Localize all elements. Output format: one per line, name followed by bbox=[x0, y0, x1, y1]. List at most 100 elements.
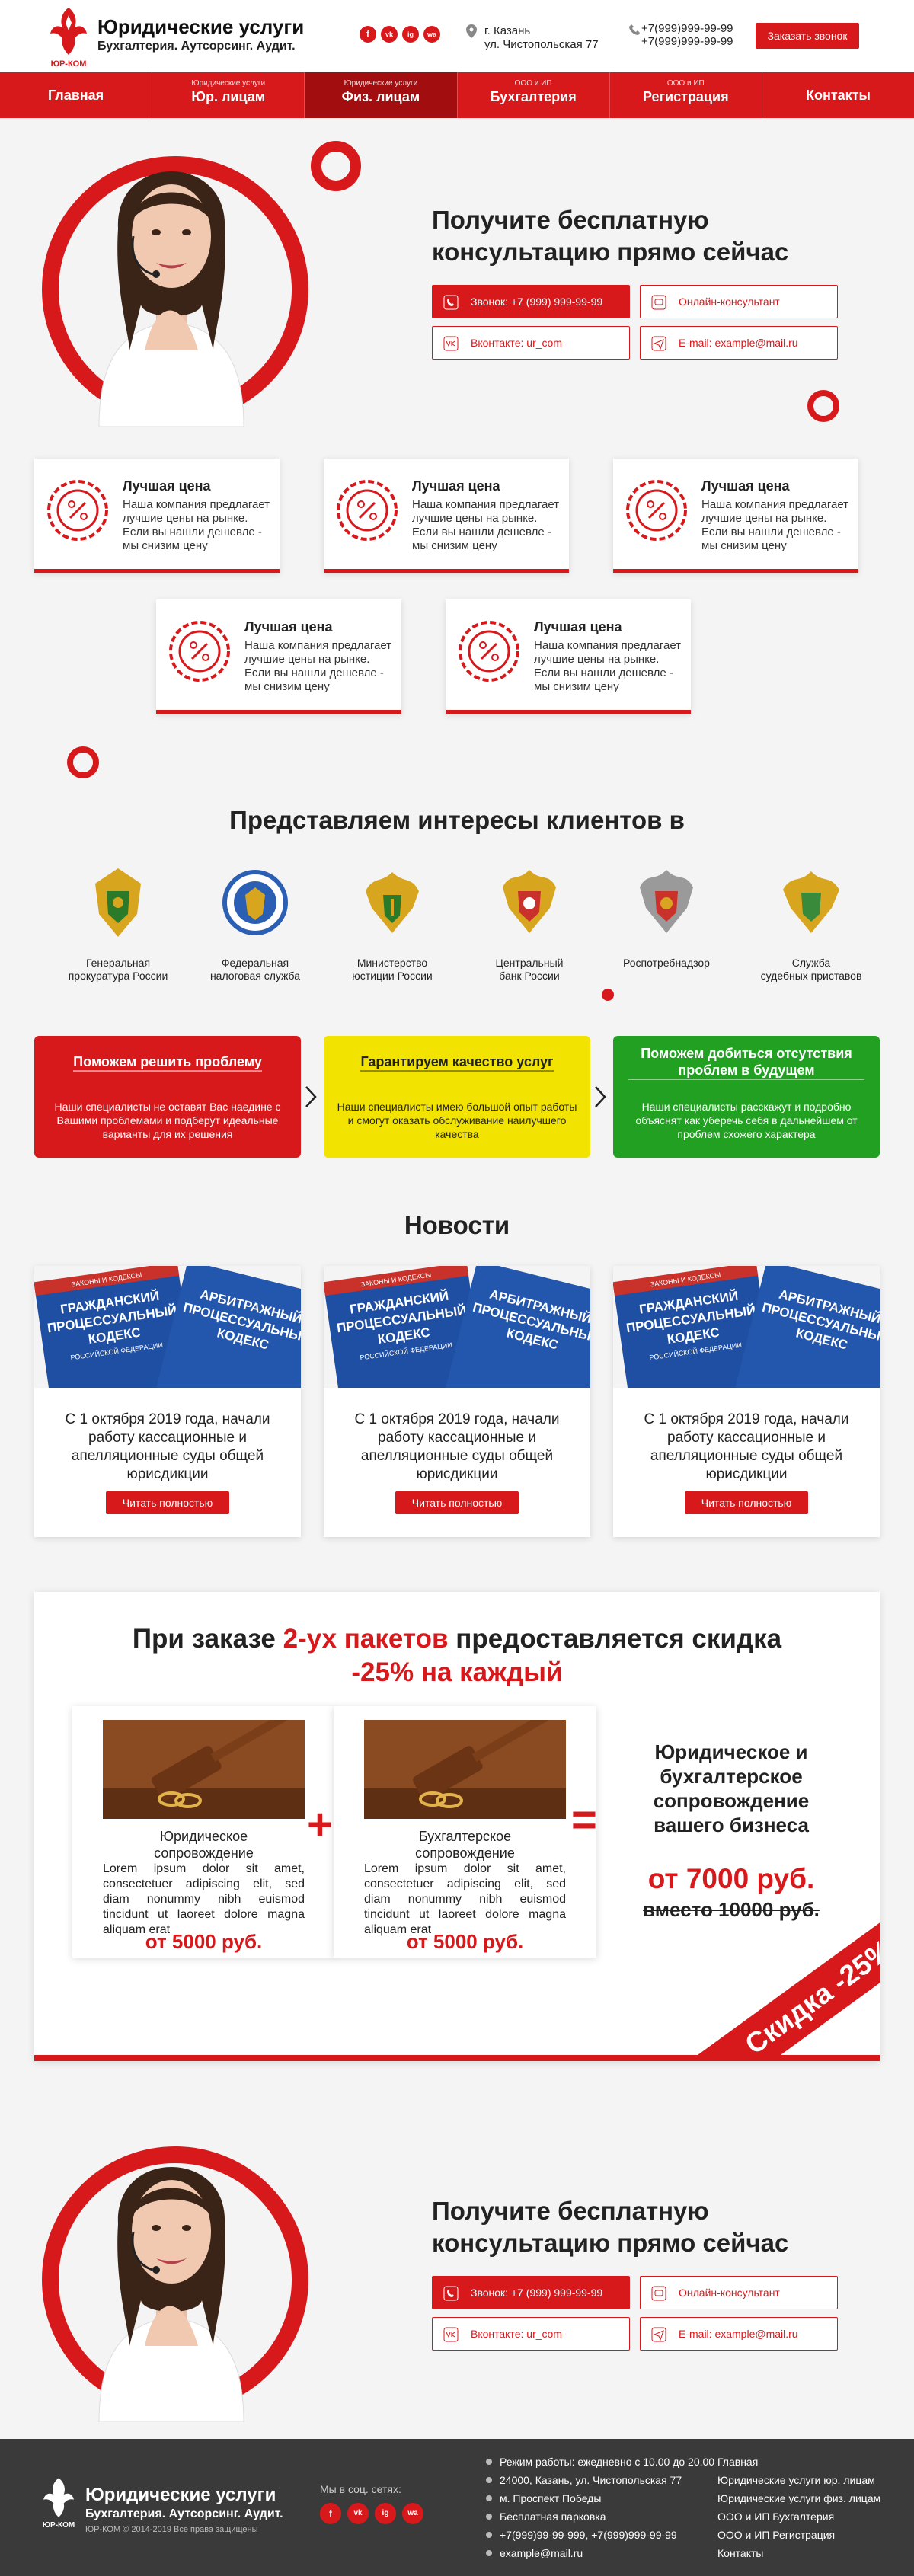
promise-title: Поможем добиться отсутствия проблем в бу… bbox=[613, 1036, 880, 1089]
read-more-button[interactable]: Читать полностью bbox=[395, 1491, 519, 1514]
equals-sign: = bbox=[571, 1795, 597, 1845]
consult-title-line2: консультацию прямо сейчас bbox=[432, 238, 789, 266]
total-price: от 7000 руб. bbox=[647, 1863, 815, 1894]
package-total: Юридическое и бухгалтерское сопровождени… bbox=[632, 1740, 830, 1922]
nav-item-registration[interactable]: ООО и ИП Регистрация bbox=[610, 72, 762, 118]
email-consult-label: E-mail: example@mail.ru bbox=[679, 337, 798, 349]
client-label: Министерство юстиции России bbox=[335, 957, 449, 983]
facebook-icon[interactable]: f bbox=[360, 26, 376, 43]
footer-link-contacts[interactable]: Контакты bbox=[717, 2544, 880, 2562]
old-price: вместо 10000 руб. bbox=[643, 1898, 820, 1921]
whatsapp-icon[interactable]: wa bbox=[402, 2503, 423, 2524]
whatsapp-icon[interactable]: wa bbox=[423, 26, 440, 43]
discount-badge-icon bbox=[169, 621, 230, 682]
vk-icon[interactable]: vk bbox=[347, 2503, 369, 2524]
read-more-button[interactable]: Читать полностью bbox=[685, 1491, 808, 1514]
header-address: г. Казань ул. Чистопольская 77 bbox=[484, 24, 599, 52]
footer-title: Юридические услуги bbox=[85, 2485, 276, 2505]
package-name: Юридическое сопровождение bbox=[72, 1828, 335, 1862]
client-label: Центральный банк России bbox=[472, 957, 586, 983]
package-text: Lorem ipsum dolor sit amet, consectetuer… bbox=[364, 1862, 566, 1936]
call-consult-button[interactable]: Звонок: +7 (999) 999-99-99 bbox=[432, 285, 630, 318]
nav-item-contacts[interactable]: Контакты bbox=[762, 72, 914, 118]
package-text: Lorem ipsum dolor sit amet, consectetuer… bbox=[103, 1862, 305, 1936]
read-more-button[interactable]: Читать полностью bbox=[106, 1491, 229, 1514]
footer-metro: м. Проспект Победы bbox=[484, 2489, 714, 2507]
justice-ministry-emblem-icon bbox=[366, 872, 419, 933]
client-label-line1: Федеральная bbox=[221, 957, 289, 969]
nav-item-accounting[interactable]: ООО и ИП Бухгалтерия bbox=[458, 72, 610, 118]
law-books-image: ЗАКОНЫ И КОДЕКСЫ ГРАЖДАНСКИЙ ПРОЦЕССУАЛЬ… bbox=[613, 1266, 880, 1388]
header-city: г. Казань bbox=[484, 24, 531, 37]
online-consultant-label: Онлайн-консультант bbox=[679, 296, 780, 308]
package-title-c: предоставляется скидка bbox=[448, 1624, 782, 1654]
footer-link-home[interactable]: Главная bbox=[717, 2453, 880, 2471]
nav-sublabel: Юридические услуги bbox=[191, 79, 266, 88]
email-consult-button[interactable]: E-mail: example@mail.ru bbox=[640, 326, 838, 360]
nav-item-home[interactable]: Главная bbox=[0, 72, 153, 118]
package-title-b: 2-ух пакетов bbox=[283, 1624, 449, 1654]
client-label: Роспотребнадзор bbox=[609, 957, 724, 970]
nav-label: Регистрация bbox=[642, 89, 729, 104]
nav-sublabel: Юридические услуги bbox=[344, 79, 418, 88]
discount-badge-icon bbox=[626, 480, 687, 541]
total-title: Юридическое и бухгалтерское сопровождени… bbox=[653, 1740, 810, 1836]
footer-link-accounting[interactable]: ООО и ИП Бухгалтерия bbox=[717, 2507, 880, 2526]
instagram-icon[interactable]: ig bbox=[375, 2503, 396, 2524]
plus-sign: + bbox=[307, 1800, 333, 1849]
footer-email[interactable]: example@mail.ru bbox=[484, 2544, 714, 2562]
feature-text: Наша компания предлагает лучшие цены на … bbox=[534, 639, 682, 693]
footer-phones[interactable]: +7(999)99-99-999, +7(999)999-99-99 bbox=[484, 2526, 714, 2544]
facebook-icon[interactable]: f bbox=[320, 2503, 341, 2524]
order-call-button[interactable]: Заказать звонок bbox=[756, 23, 859, 49]
rospotrebnadzor-emblem-icon bbox=[640, 870, 693, 933]
footer-logo-text: ЮР-КОМ bbox=[42, 2521, 75, 2530]
nav-item-individuals[interactable]: Юридические услуги Физ. лицам bbox=[305, 72, 458, 118]
griffin-logo-icon[interactable] bbox=[40, 2475, 78, 2521]
call-consult-button[interactable]: Звонок: +7 (999) 999-99-99 bbox=[432, 2276, 630, 2309]
news-text: С 1 октября 2019 года, начали работу кас… bbox=[354, 1411, 560, 1482]
phone-icon bbox=[443, 2286, 459, 2301]
clients-title: Представляем интересы клиентов в bbox=[229, 806, 685, 834]
brand-title: Юридические услуги bbox=[97, 15, 305, 38]
client-emblem: Генеральная прокуратура России bbox=[61, 861, 175, 983]
client-label-line1: Служба bbox=[791, 957, 831, 969]
feature-text: Наша компания предлагает лучшие цены на … bbox=[244, 639, 392, 693]
news-title: Новости bbox=[404, 1211, 510, 1239]
online-consultant-button[interactable]: Онлайн-консультант bbox=[640, 2276, 838, 2309]
news-card: ЗАКОНЫ И КОДЕКСЫ ГРАЖДАНСКИЙ ПРОЦЕССУАЛЬ… bbox=[613, 1266, 880, 1537]
page: ЮР-КОМ Юридические услуги Бухгалтерия. А… bbox=[0, 0, 914, 2576]
feature-card: Лучшая цена Наша компания предлагает луч… bbox=[156, 599, 401, 714]
header-phone-2[interactable]: +7(999)999-99-99 bbox=[641, 35, 733, 48]
footer-info: Режим работы: ежедневно с 10.00 до 20.00… bbox=[484, 2453, 714, 2562]
nav-item-legal-entities[interactable]: Юридические услуги Юр. лицам bbox=[152, 72, 305, 118]
call-consult-label: Звонок: +7 (999) 999-99-99 bbox=[471, 2287, 603, 2299]
site-footer: ЮР-КОМ Юридические услуги Бухгалтерия. А… bbox=[0, 2439, 914, 2576]
feature-title: Лучшая цена bbox=[244, 619, 333, 634]
news-card: ЗАКОНЫ И КОДЕКСЫ ГРАЖДАНСКИЙ ПРОЦЕССУАЛЬ… bbox=[34, 1266, 301, 1537]
online-consultant-button[interactable]: Онлайн-консультант bbox=[640, 285, 838, 318]
feature-card: Лучшая цена Наша компания предлагает луч… bbox=[34, 459, 280, 573]
footer-link-legal[interactable]: Юридические услуги юр. лицам bbox=[717, 2471, 880, 2489]
vk-consult-button[interactable]: Вконтакте: ur_com bbox=[432, 2317, 630, 2351]
griffin-logo-icon[interactable] bbox=[46, 5, 91, 59]
client-emblem: Центральный банк России bbox=[472, 861, 586, 983]
chevron-right-icon bbox=[305, 1086, 317, 1107]
promise-card: Гарантируем качество услуг Наши специали… bbox=[324, 1036, 590, 1158]
header-phone-1[interactable]: +7(999)999-99-99 bbox=[641, 22, 733, 35]
footer-address: 24000, Казань, ул. Чистопольская 77 bbox=[484, 2471, 714, 2489]
footer-link-registration[interactable]: ООО и ИП Регистрация bbox=[717, 2526, 880, 2544]
client-label-line1: Роспотребнадзор bbox=[623, 957, 710, 969]
brand-subtitle: Бухгалтерия. Аутсорсинг. Аудит. bbox=[97, 40, 296, 53]
vk-icon bbox=[443, 2327, 459, 2342]
footer-link-individuals[interactable]: Юридические услуги физ. лицам bbox=[717, 2489, 880, 2507]
vk-consult-button[interactable]: Вконтакте: ur_com bbox=[432, 326, 630, 360]
header-street: ул. Чистопольская 77 bbox=[484, 38, 599, 51]
feature-title: Лучшая цена bbox=[534, 619, 622, 634]
email-consult-button[interactable]: E-mail: example@mail.ru bbox=[640, 2317, 838, 2351]
instagram-icon[interactable]: ig bbox=[402, 26, 419, 43]
online-consultant-label: Онлайн-консультант bbox=[679, 2287, 780, 2299]
phone-icon bbox=[629, 24, 640, 35]
client-label: Служба судебных приставов bbox=[754, 957, 868, 983]
vk-icon[interactable]: vk bbox=[381, 26, 398, 43]
